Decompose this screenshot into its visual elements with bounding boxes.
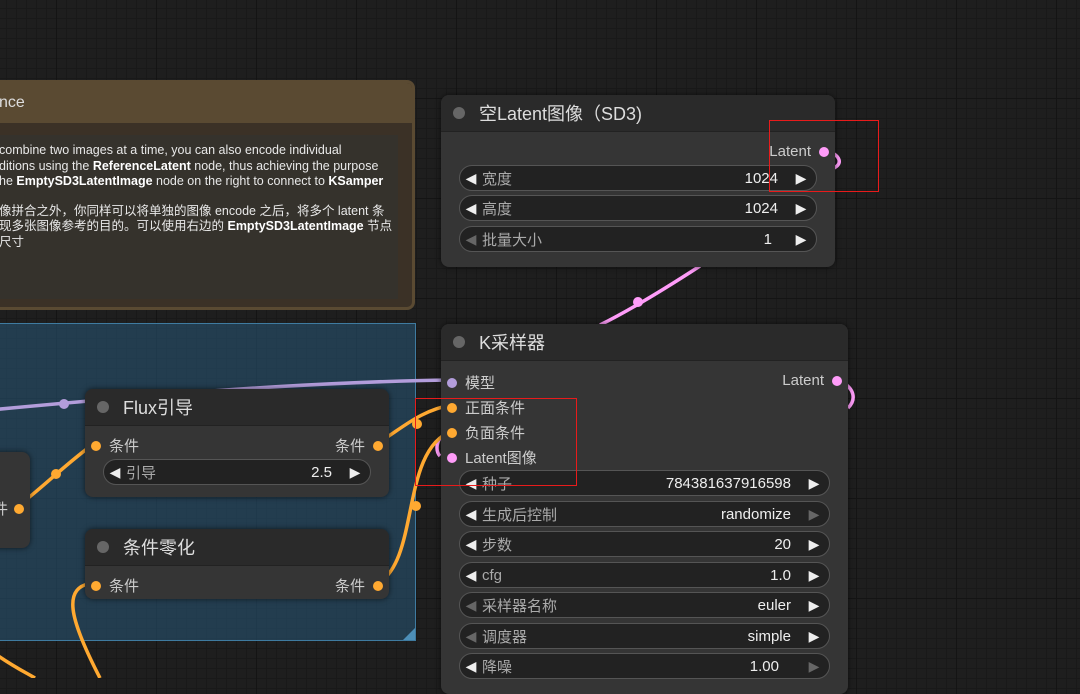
increment-arrow-icon[interactable]: ▶ xyxy=(344,464,366,481)
denoise-label: 降噪 xyxy=(482,658,513,676)
decrement-arrow-icon[interactable]: ◀ xyxy=(460,506,482,523)
steps-label: 步数 xyxy=(482,536,513,554)
conditioning-zero-input-label: 条件 xyxy=(109,578,140,595)
partial-node-output-label: 件 xyxy=(0,501,8,518)
highlight-ksampler-inputs xyxy=(415,398,577,486)
decrement-arrow-icon[interactable]: ◀ xyxy=(104,464,126,481)
node-status-dot xyxy=(453,107,465,119)
width-label: 宽度 xyxy=(482,170,513,188)
wire-latent xyxy=(599,264,701,327)
conditioning-input-pin[interactable] xyxy=(91,440,101,451)
ksampler-node[interactable]: K采样器 模型 正面条件 负面条件 Latent图像 Latent ◀ 种子 7… xyxy=(441,324,848,694)
control-after-generate-widget[interactable]: ◀ 生成后控制 randomize ▶ xyxy=(459,501,830,527)
cfg-label: cfg xyxy=(482,566,503,584)
partial-node[interactable]: 件 xyxy=(0,452,30,548)
wire-latent-midpoint xyxy=(633,297,643,307)
sampler-name-value[interactable]: euler xyxy=(758,597,795,614)
guidance-value[interactable]: 2.5 xyxy=(311,464,336,481)
conditioning-zero-title: 条件零化 xyxy=(123,538,195,558)
height-widget[interactable]: ◀ 高度 1024 ▶ xyxy=(459,195,817,221)
height-label: 高度 xyxy=(482,200,513,218)
denoise-value[interactable]: 1.00 xyxy=(750,658,783,675)
increment-arrow-icon[interactable]: ▶ xyxy=(803,567,825,584)
conditioning-output-pin[interactable] xyxy=(373,580,383,591)
denoise-widget[interactable]: ◀ 降噪 1.00 ▶ xyxy=(459,653,830,679)
increment-arrow-icon[interactable]: ▶ xyxy=(803,597,825,614)
increment-arrow-icon[interactable]: ▶ xyxy=(803,475,825,492)
batch-size-label: 批量大小 xyxy=(482,231,543,249)
decrement-arrow-icon[interactable]: ◀ xyxy=(460,658,482,675)
cfg-widget[interactable]: ◀ cfg 1.0 ▶ xyxy=(459,562,830,588)
conditioning-output-pin[interactable] xyxy=(14,503,24,514)
guidance-widget[interactable]: ◀ 引导 2.5 ▶ xyxy=(103,459,371,485)
ksampler-title-bar[interactable]: K采样器 xyxy=(441,324,848,361)
input-model[interactable]: 模型 xyxy=(447,372,495,393)
ksampler-title: K采样器 xyxy=(479,333,546,353)
conditioning-zero-input[interactable]: 条件 xyxy=(91,575,139,596)
steps-widget[interactable]: ◀ 步数 20 ▶ xyxy=(459,531,830,557)
scheduler-value[interactable]: simple xyxy=(748,628,795,645)
flux-guidance-input[interactable]: 条件 xyxy=(91,435,139,456)
seed-value[interactable]: 784381637916598 xyxy=(666,475,795,492)
flux-guidance-output[interactable]: 条件 xyxy=(335,435,383,456)
decrement-arrow-icon[interactable]: ◀ xyxy=(460,628,482,645)
conditioning-output-pin[interactable] xyxy=(373,440,383,451)
ksampler-output[interactable]: Latent xyxy=(782,372,842,389)
node-status-dot xyxy=(97,541,109,553)
cfg-value[interactable]: 1.0 xyxy=(770,567,795,584)
conditioning-zero-title-bar[interactable]: 条件零化 xyxy=(85,529,389,566)
flux-guidance-title: Flux引导 xyxy=(123,398,194,418)
wire-cond-negative-midpoint xyxy=(411,501,421,511)
decrement-arrow-icon[interactable]: ◀ xyxy=(460,170,482,187)
wire-model-midpoint xyxy=(59,399,69,409)
scheduler-widget[interactable]: ◀ 调度器 simple ▶ xyxy=(459,623,830,649)
decrement-arrow-icon[interactable]: ◀ xyxy=(460,536,482,553)
height-value[interactable]: 1024 xyxy=(745,200,782,217)
flux-guidance-node[interactable]: Flux引导 条件 条件 ◀ 引导 2.5 ▶ xyxy=(85,389,389,497)
increment-arrow-icon[interactable]: ▶ xyxy=(803,628,825,645)
conditioning-zero-output[interactable]: 条件 xyxy=(335,575,383,596)
increment-arrow-icon[interactable]: ▶ xyxy=(790,200,812,217)
increment-arrow-icon[interactable]: ▶ xyxy=(790,231,812,248)
increment-arrow-icon[interactable]: ▶ xyxy=(803,658,825,675)
decrement-arrow-icon[interactable]: ◀ xyxy=(460,231,482,248)
decrement-arrow-icon[interactable]: ◀ xyxy=(460,597,482,614)
guidance-label: 引导 xyxy=(126,464,157,482)
conditioning-input-pin[interactable] xyxy=(91,580,101,591)
scheduler-label: 调度器 xyxy=(482,628,528,646)
decrement-arrow-icon[interactable]: ◀ xyxy=(460,567,482,584)
width-widget[interactable]: ◀ 宽度 1024 ▶ xyxy=(459,165,817,191)
model-input-pin[interactable] xyxy=(447,377,457,388)
wire-cond-flux-in-midpoint xyxy=(51,469,61,479)
flux-guidance-title-bar[interactable]: Flux引导 xyxy=(85,389,389,426)
input-model-label: 模型 xyxy=(465,375,496,392)
node-status-dot xyxy=(97,401,109,413)
empty-latent-title: 空Latent图像（SD3) xyxy=(479,104,643,124)
flux-guidance-input-label: 条件 xyxy=(109,438,140,455)
latent-output-pin[interactable] xyxy=(832,375,842,386)
batch-size-widget[interactable]: ◀ 批量大小 1 ▶ xyxy=(459,226,817,252)
conditioning-zero-output-label: 条件 xyxy=(334,578,365,595)
control-after-generate-label: 生成后控制 xyxy=(482,506,558,524)
flux-guidance-output-label: 条件 xyxy=(334,438,365,455)
sampler-name-widget[interactable]: ◀ 采样器名称 euler ▶ xyxy=(459,592,830,618)
batch-size-value[interactable]: 1 xyxy=(764,231,776,248)
wire-cond-lower xyxy=(0,655,36,678)
increment-arrow-icon[interactable]: ▶ xyxy=(803,536,825,553)
increment-arrow-icon[interactable]: ▶ xyxy=(803,506,825,523)
conditioning-zero-node[interactable]: 条件零化 条件 条件 xyxy=(85,529,389,599)
control-after-generate-value[interactable]: randomize xyxy=(721,506,795,523)
decrement-arrow-icon[interactable]: ◀ xyxy=(460,200,482,217)
ksampler-output-label: Latent xyxy=(782,372,824,389)
steps-value[interactable]: 20 xyxy=(774,536,795,553)
sampler-name-label: 采样器名称 xyxy=(482,597,558,615)
node-status-dot xyxy=(453,336,465,348)
partial-node-output[interactable]: 件 xyxy=(0,498,24,519)
highlight-latent-output xyxy=(769,120,879,192)
